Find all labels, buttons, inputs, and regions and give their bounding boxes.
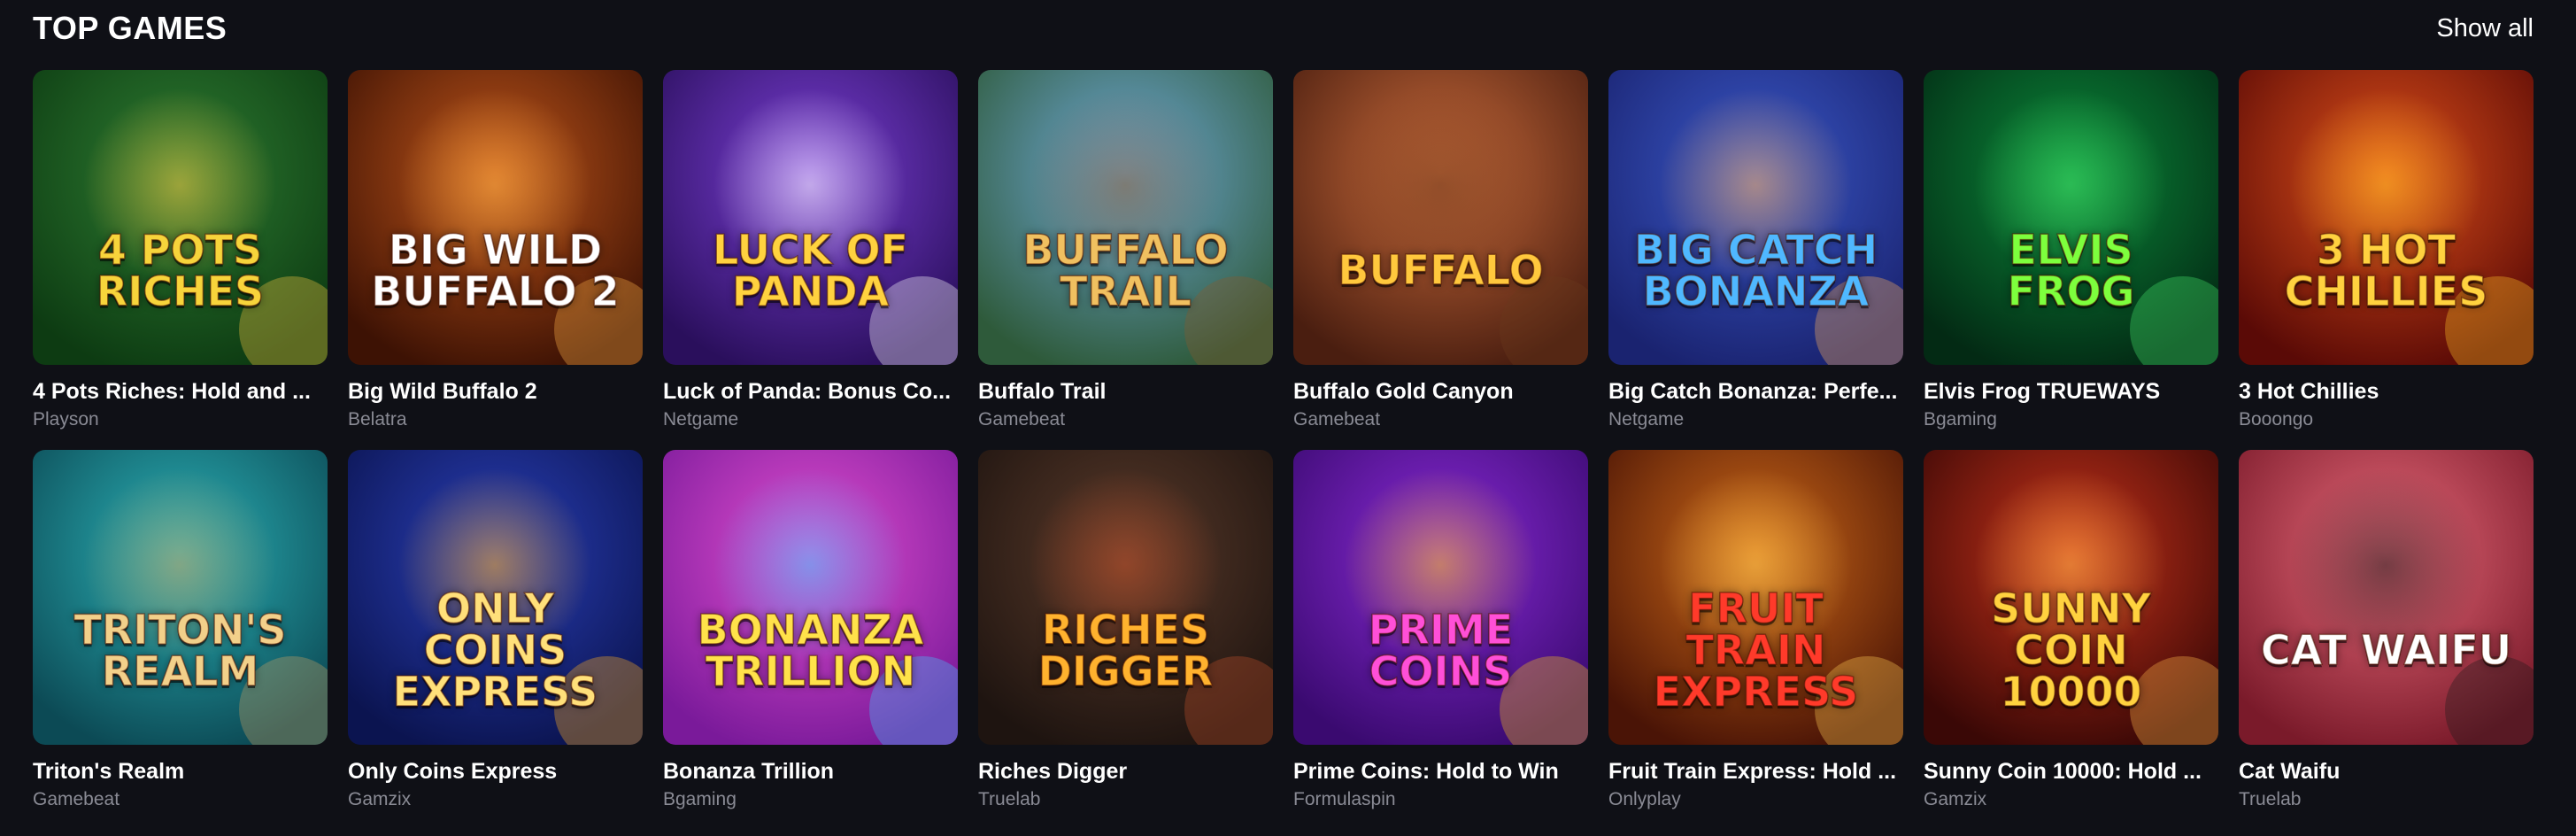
game-provider: Netgame bbox=[1608, 409, 1685, 430]
game-card[interactable]: ELVIS FROG Elvis Frog TRUEWAYS Bgaming bbox=[1924, 70, 2218, 430]
game-logo: PRIME COINS bbox=[1368, 605, 1514, 695]
top-games-section: TOP GAMES Show all 4 POTS RICHES 4 Pots R… bbox=[0, 0, 2576, 836]
game-logo: BUFFALO TRAIL bbox=[1022, 225, 1230, 315]
game-thumbnail[interactable]: PRIME COINS bbox=[1293, 450, 1588, 745]
game-provider: Gamzix bbox=[348, 789, 412, 809]
game-logo: TRITON'S REALM bbox=[73, 605, 288, 695]
game-card[interactable]: 4 POTS RICHES 4 Pots Riches: Hold and ...… bbox=[33, 70, 328, 430]
game-provider: Bgaming bbox=[1924, 409, 1997, 430]
game-card[interactable]: CAT WAIFU Cat Waifu Truelab bbox=[2239, 450, 2534, 809]
game-card[interactable]: RICHES DIGGER Riches Digger Truelab bbox=[978, 450, 1273, 809]
game-provider: Netgame bbox=[663, 409, 739, 430]
game-thumbnail[interactable]: BIG WILD BUFFALO 2 bbox=[348, 70, 643, 365]
game-title[interactable]: Big Wild Buffalo 2 bbox=[348, 379, 643, 405]
game-thumbnail[interactable]: 4 POTS RICHES bbox=[33, 70, 328, 365]
game-provider: Truelab bbox=[2239, 789, 2302, 809]
game-thumbnail[interactable]: BONANZA TRILLION bbox=[663, 450, 958, 745]
section-header: TOP GAMES Show all bbox=[33, 7, 2534, 50]
game-title[interactable]: Prime Coins: Hold to Win bbox=[1293, 759, 1588, 785]
game-card[interactable]: LUCK OF PANDA Luck of Panda: Bonus Co... N… bbox=[663, 70, 958, 430]
game-title[interactable]: Bonanza Trillion bbox=[663, 759, 958, 785]
game-provider: Belatra bbox=[348, 409, 407, 430]
game-logo: BONANZA TRILLION bbox=[697, 605, 924, 695]
game-thumbnail[interactable]: BIG CATCH BONANZA bbox=[1608, 70, 1903, 365]
game-card[interactable]: PRIME COINS Prime Coins: Hold to Win Formu… bbox=[1293, 450, 1588, 809]
game-card[interactable]: BIG CATCH BONANZA Big Catch Bonanza: Perf… bbox=[1608, 70, 1903, 430]
game-provider: Gamzix bbox=[1924, 789, 1987, 809]
game-logo: ELVIS FROG bbox=[2007, 225, 2135, 315]
game-thumbnail[interactable]: SUNNY COIN 10000 bbox=[1924, 450, 2218, 745]
game-thumbnail[interactable]: 3 HOT CHILLIES bbox=[2239, 70, 2534, 365]
game-title[interactable]: Elvis Frog TRUEWAYS bbox=[1924, 379, 2218, 405]
game-thumbnail[interactable]: BUFFALO bbox=[1293, 70, 1588, 365]
game-card[interactable]: ONLY COINS EXPRESS Only Coins Express Gamz… bbox=[348, 450, 643, 809]
game-card[interactable]: SUNNY COIN 10000 Sunny Coin 10000: Hold .… bbox=[1924, 450, 2218, 809]
game-logo: BIG WILD BUFFALO 2 bbox=[371, 225, 621, 315]
game-logo: LUCK OF PANDA bbox=[712, 225, 908, 315]
game-thumbnail[interactable]: FRUIT TRAIN EXPRESS bbox=[1608, 450, 1903, 745]
game-logo: RICHES DIGGER bbox=[1037, 605, 1214, 695]
game-provider: Playson bbox=[33, 409, 99, 430]
section-title: TOP GAMES bbox=[33, 10, 228, 46]
game-card[interactable]: BUFFALO Buffalo Gold Canyon Gamebeat bbox=[1293, 70, 1588, 430]
game-card[interactable]: 3 HOT CHILLIES 3 Hot Chillies Booongo bbox=[2239, 70, 2534, 430]
game-card[interactable]: TRITON'S REALM Triton's Realm Gamebeat bbox=[33, 450, 328, 809]
game-title[interactable]: Big Catch Bonanza: Perfe... bbox=[1608, 379, 1903, 405]
game-logo: BUFFALO bbox=[1338, 246, 1545, 295]
game-title[interactable]: 3 Hot Chillies bbox=[2239, 379, 2534, 405]
game-title[interactable]: Buffalo Trail bbox=[978, 379, 1273, 405]
game-title[interactable]: Fruit Train Express: Hold ... bbox=[1608, 759, 1903, 785]
game-logo: SUNNY COIN 10000 bbox=[1990, 584, 2151, 716]
game-thumbnail[interactable]: ELVIS FROG bbox=[1924, 70, 2218, 365]
game-provider: Gamebeat bbox=[33, 789, 120, 809]
game-card[interactable]: BIG WILD BUFFALO 2 Big Wild Buffalo 2 Bela… bbox=[348, 70, 643, 430]
game-provider: Onlyplay bbox=[1608, 789, 1681, 809]
game-title[interactable]: Cat Waifu bbox=[2239, 759, 2534, 785]
game-card[interactable]: FRUIT TRAIN EXPRESS Fruit Train Express: … bbox=[1608, 450, 1903, 809]
game-title[interactable]: Only Coins Express bbox=[348, 759, 643, 785]
game-provider: Truelab bbox=[978, 789, 1041, 809]
game-card[interactable]: BONANZA TRILLION Bonanza Trillion Bgaming bbox=[663, 450, 958, 809]
game-provider: Gamebeat bbox=[1293, 409, 1381, 430]
game-logo: BIG CATCH BONANZA bbox=[1633, 225, 1878, 315]
game-logo: CAT WAIFU bbox=[2260, 626, 2512, 675]
game-thumbnail[interactable]: BUFFALO TRAIL bbox=[978, 70, 1273, 365]
game-title[interactable]: Triton's Realm bbox=[33, 759, 328, 785]
game-title[interactable]: 4 Pots Riches: Hold and ... bbox=[33, 379, 328, 405]
game-logo: ONLY COINS EXPRESS bbox=[392, 584, 598, 716]
game-title[interactable]: Riches Digger bbox=[978, 759, 1273, 785]
game-thumbnail[interactable]: TRITON'S REALM bbox=[33, 450, 328, 745]
game-title[interactable]: Buffalo Gold Canyon bbox=[1293, 379, 1588, 405]
game-thumbnail[interactable]: ONLY COINS EXPRESS bbox=[348, 450, 643, 745]
game-title[interactable]: Sunny Coin 10000: Hold ... bbox=[1924, 759, 2218, 785]
games-grid: 4 POTS RICHES 4 Pots Riches: Hold and ...… bbox=[33, 70, 2534, 809]
game-provider: Gamebeat bbox=[978, 409, 1066, 430]
game-logo: 4 POTS RICHES bbox=[96, 225, 265, 315]
game-thumbnail[interactable]: LUCK OF PANDA bbox=[663, 70, 958, 365]
game-provider: Formulaspin bbox=[1293, 789, 1396, 809]
game-logo: FRUIT TRAIN EXPRESS bbox=[1653, 584, 1859, 716]
game-card[interactable]: BUFFALO TRAIL Buffalo Trail Gamebeat bbox=[978, 70, 1273, 430]
game-thumbnail[interactable]: RICHES DIGGER bbox=[978, 450, 1273, 745]
game-provider: Booongo bbox=[2239, 409, 2314, 430]
game-provider: Bgaming bbox=[663, 789, 737, 809]
game-logo: 3 HOT CHILLIES bbox=[2284, 225, 2488, 315]
game-thumbnail[interactable]: CAT WAIFU bbox=[2239, 450, 2534, 745]
game-title[interactable]: Luck of Panda: Bonus Co... bbox=[663, 379, 958, 405]
show-all-link[interactable]: Show all bbox=[2436, 14, 2534, 43]
